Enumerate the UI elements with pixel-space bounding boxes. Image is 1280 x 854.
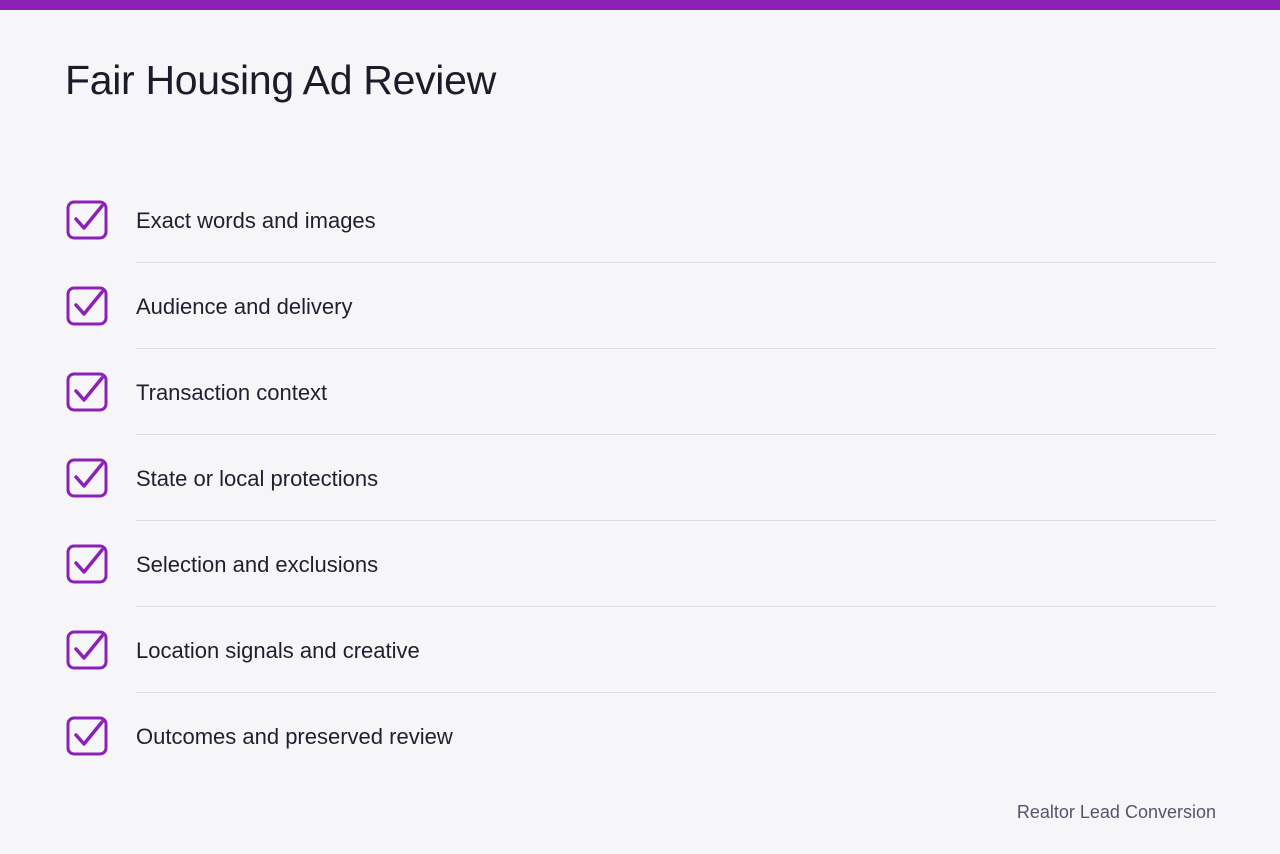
- checklist-item-label: Location signals and creative: [136, 638, 420, 663]
- footer-brand: Realtor Lead Conversion: [1016, 802, 1216, 822]
- checklist-item-exact-words: Exact words and images: [0, 178, 1280, 264]
- checkbox-checked-icon[interactable]: [66, 630, 108, 672]
- checklist-item-location: Location signals and creative: [0, 608, 1280, 694]
- checkbox-checked-icon[interactable]: [66, 372, 108, 414]
- top-accent-bar: [0, 0, 1280, 10]
- checkbox-checked-icon[interactable]: [66, 458, 108, 500]
- checklist-item-selection: Selection and exclusions: [0, 522, 1280, 608]
- checkbox-checked-icon[interactable]: [66, 716, 108, 758]
- checkbox-checked-icon[interactable]: [66, 544, 108, 586]
- checklist-item-protections: State or local protections: [0, 436, 1280, 522]
- row-divider: [136, 434, 1216, 435]
- checklist-item-transaction: Transaction context: [0, 350, 1280, 436]
- checklist-item-audience: Audience and delivery: [0, 264, 1280, 350]
- row-divider: [136, 262, 1216, 263]
- row-divider: [136, 348, 1216, 349]
- checklist-item-label: Audience and delivery: [136, 294, 353, 319]
- checkbox-checked-icon[interactable]: [66, 286, 108, 328]
- review-checklist: Exact words and images Audience and deli…: [0, 178, 1280, 780]
- row-divider: [136, 692, 1216, 693]
- checkbox-checked-icon[interactable]: [66, 200, 108, 242]
- checklist-item-label: State or local protections: [136, 466, 379, 491]
- checklist-item-label: Exact words and images: [136, 208, 376, 233]
- page-title: Fair Housing Ad Review: [65, 57, 496, 103]
- checklist-item-label: Selection and exclusions: [136, 552, 379, 577]
- checklist-item-label: Outcomes and preserved review: [136, 724, 453, 749]
- row-divider: [136, 606, 1216, 607]
- checklist-item-label: Transaction context: [136, 380, 328, 405]
- row-divider: [136, 520, 1216, 521]
- checklist-item-outcomes: Outcomes and preserved review: [0, 694, 1280, 780]
